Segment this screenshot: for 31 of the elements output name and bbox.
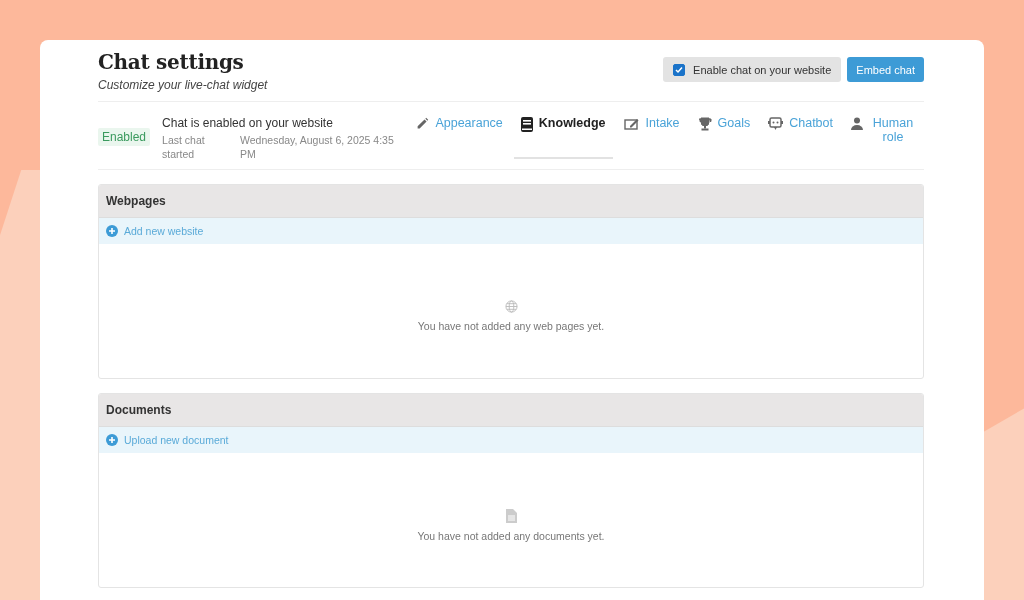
status-headline: Chat is enabled on your website (162, 116, 334, 130)
tab[interactable]: Human role (844, 116, 924, 159)
enable-chat-toggle[interactable]: Enable chat on your website (663, 57, 842, 82)
last-chat-label: Last chat started (162, 133, 206, 161)
book-icon (520, 117, 533, 132)
checkbox[interactable] (673, 63, 686, 76)
tab[interactable]: Goals (690, 116, 758, 159)
trophy-icon (697, 117, 712, 131)
tab[interactable]: Knowledge (513, 116, 613, 159)
plus-circle-icon (106, 225, 118, 237)
empty-message: You have not added any documents yet. (417, 529, 605, 542)
person-icon (851, 117, 863, 130)
status-badge: Enabled (98, 128, 151, 146)
document-icon (505, 508, 517, 523)
robot-icon (768, 117, 784, 131)
tab[interactable]: Intake (616, 116, 687, 159)
embed-chat-button[interactable]: Embed chat (847, 57, 924, 82)
globe-icon (504, 300, 518, 313)
add-link[interactable]: Upload new document (106, 434, 229, 446)
page-title: Chat settings (98, 50, 245, 74)
edit-icon (623, 117, 640, 130)
empty-message: You have not added any web pages yet. (417, 320, 605, 332)
section-header: Documents (99, 394, 923, 427)
add-link[interactable]: Add new website (106, 225, 204, 237)
pencil-icon (416, 117, 430, 130)
tab[interactable]: Appearance (409, 116, 510, 159)
last-chat-value: Wednesday, August 6, 2025 4:35 PM (240, 133, 395, 161)
plus-circle-icon (106, 434, 118, 446)
section-header: Webpages (99, 185, 923, 218)
page-subtitle: Customize your live-chat widget (98, 78, 268, 92)
tab[interactable]: Chatbot (761, 116, 840, 159)
